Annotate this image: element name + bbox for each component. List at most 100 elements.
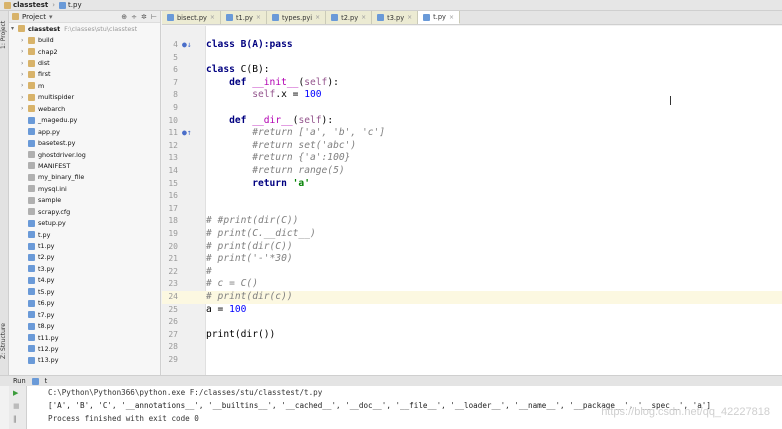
editor-tab[interactable]: t2.py × <box>326 11 373 24</box>
tree-item[interactable]: › build <box>9 34 160 45</box>
tree-item[interactable]: _magedu.py <box>9 115 160 126</box>
tree-item[interactable]: sample <box>9 195 160 206</box>
code-line[interactable]: 23 # c = C() <box>162 278 782 291</box>
tree-item[interactable]: app.py <box>9 126 160 137</box>
chevron-right-icon[interactable]: › <box>21 71 28 78</box>
tree-item[interactable]: ghostdriver.log <box>9 149 160 160</box>
pause-icon[interactable]: ‖ <box>13 415 17 423</box>
sync-icon[interactable]: ⊕ <box>121 13 127 21</box>
python-file-icon <box>28 116 35 124</box>
tree-item[interactable]: t5.py <box>9 286 160 297</box>
code-line[interactable]: 18 # #print(dir(C)) <box>162 215 782 228</box>
tree-item[interactable]: t1.py <box>9 240 160 251</box>
tree-item[interactable]: t7.py <box>9 309 160 320</box>
chevron-down-icon[interactable]: ▾ <box>49 13 53 21</box>
breadcrumb-file[interactable]: t.py <box>59 1 82 9</box>
editor-tab[interactable]: t.py × <box>418 11 460 24</box>
tree-item[interactable]: setup.py <box>9 217 160 228</box>
play-icon[interactable]: ▶ <box>13 389 18 397</box>
tree-item[interactable]: t3.py <box>9 263 160 274</box>
code-line[interactable]: 7 def __init__(self): <box>162 77 782 90</box>
tree-item-label: t11.py <box>38 333 59 342</box>
tree-item[interactable]: t6.py <box>9 298 160 309</box>
python-file-icon <box>28 288 35 296</box>
close-icon[interactable]: × <box>256 14 261 21</box>
close-icon[interactable]: × <box>361 14 366 21</box>
code-line[interactable]: 13 #return {'a':100} <box>162 152 782 165</box>
code-line[interactable]: 8 self.x = 100 <box>162 89 782 102</box>
project-view-selector[interactable]: Project <box>22 13 46 21</box>
editor-tab[interactable]: bisect.py × <box>162 11 221 24</box>
code-line[interactable]: 28 <box>162 341 782 354</box>
chevron-right-icon[interactable]: › <box>21 94 28 101</box>
code-line[interactable]: 6 class C(B): <box>162 64 782 77</box>
code-editor[interactable]: 4 ●↓ class B(A):pass 5 6 class C(B): 7 def __i… <box>162 26 782 375</box>
run-config-name[interactable]: t <box>45 377 48 385</box>
tree-item[interactable]: › first <box>9 69 160 80</box>
code-line[interactable]: 16 <box>162 190 782 203</box>
tree-item[interactable]: t2.py <box>9 252 160 263</box>
code-line[interactable]: 15 return 'a' <box>162 178 782 191</box>
tree-item[interactable]: t.py <box>9 229 160 240</box>
code-line[interactable]: 12 #return set('abc') <box>162 140 782 153</box>
editor-tab[interactable]: t1.py × <box>220 11 267 24</box>
tree-item[interactable]: › dist <box>9 57 160 68</box>
code-line[interactable]: 19 # print(C.__dict__) <box>162 228 782 241</box>
tree-item[interactable]: mysql.ini <box>9 183 160 194</box>
close-icon[interactable]: × <box>407 14 412 21</box>
gear-icon[interactable]: ✲ <box>141 13 147 21</box>
close-icon[interactable]: × <box>315 14 320 21</box>
tree-item[interactable]: › chap2 <box>9 46 160 57</box>
tree-item[interactable]: basetest.py <box>9 137 160 148</box>
code-line[interactable]: 29 <box>162 354 782 367</box>
chevron-down-icon[interactable]: ▾ <box>11 25 18 32</box>
editor-tab[interactable]: t3.py × <box>372 11 419 24</box>
code-line[interactable]: 24 # print(dir(c)) <box>162 291 782 304</box>
tree-item[interactable]: › m <box>9 80 160 91</box>
override-marker-icon[interactable]: ●↓ <box>182 39 192 52</box>
chevron-right-icon[interactable]: › <box>21 82 28 89</box>
tree-root[interactable]: ▾ classtest F:\classes\stu\classtest <box>9 23 160 34</box>
tab-structure-tool[interactable]: Z: Structure <box>0 311 9 371</box>
code-line[interactable]: 4 ●↓ class B(A):pass <box>162 39 782 52</box>
tree-item[interactable]: scrapy.cfg <box>9 206 160 217</box>
code-line[interactable]: 20 # print(dir(C)) <box>162 241 782 254</box>
code-line[interactable]: 22 # <box>162 266 782 279</box>
tree-item[interactable]: my_binary_file <box>9 172 160 183</box>
chevron-right-icon[interactable]: › <box>21 37 28 44</box>
chevron-right-icon[interactable]: › <box>21 60 28 67</box>
hide-icon[interactable]: ⊢ <box>151 13 157 21</box>
tree-item[interactable]: › webarch <box>9 103 160 114</box>
tree-item[interactable]: t8.py <box>9 320 160 331</box>
tree-item[interactable]: t12.py <box>9 343 160 354</box>
line-number: 24 <box>168 292 178 301</box>
tree-item[interactable]: › multispider <box>9 92 160 103</box>
tab-project-tool[interactable]: 1: Project <box>0 15 9 55</box>
editor-tab[interactable]: types.pyi × <box>266 11 327 24</box>
tree-item[interactable]: MANIFEST <box>9 160 160 171</box>
code-line[interactable]: 14 #return range(5) <box>162 165 782 178</box>
code-token: print(dir()) <box>206 328 276 340</box>
close-icon[interactable]: × <box>449 14 454 21</box>
stop-icon[interactable]: ■ <box>13 402 20 410</box>
breadcrumb-project[interactable]: classtest <box>4 1 48 9</box>
code-line[interactable]: 10 def __dir__(self): <box>162 115 782 128</box>
tree-item-label: sample <box>38 196 62 205</box>
code-line[interactable]: 26 <box>162 316 782 329</box>
tree-item[interactable]: t4.py <box>9 275 160 286</box>
code-line[interactable]: 11 ●↑ #return ['a', 'b', 'c'] <box>162 127 782 140</box>
code-line[interactable]: 21 # print('-'*30) <box>162 253 782 266</box>
code-line[interactable]: 9 <box>162 102 782 115</box>
override-marker-icon[interactable]: ●↑ <box>182 127 192 140</box>
code-line[interactable]: 17 <box>162 203 782 216</box>
run-tool-label[interactable]: Run <box>13 377 26 385</box>
tree-item[interactable]: t11.py <box>9 332 160 343</box>
chevron-right-icon[interactable]: › <box>21 105 28 112</box>
code-line[interactable]: 25 a = 100 <box>162 304 782 317</box>
close-icon[interactable]: × <box>210 14 215 21</box>
collapse-icon[interactable]: ÷ <box>131 13 137 21</box>
chevron-right-icon[interactable]: › <box>21 48 28 55</box>
code-line[interactable]: 5 <box>162 52 782 65</box>
tree-item[interactable]: t13.py <box>9 355 160 366</box>
code-line[interactable]: 27 print(dir()) <box>162 329 782 342</box>
